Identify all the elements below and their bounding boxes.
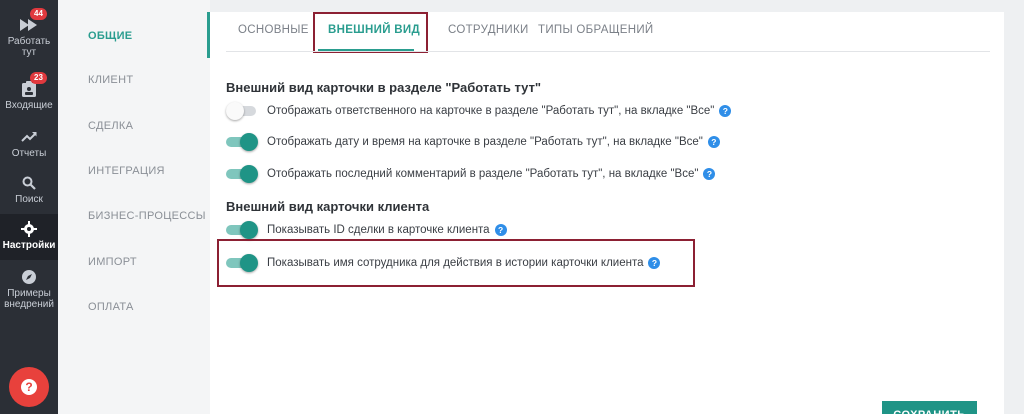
section-payment[interactable]: ОПЛАТА	[88, 301, 134, 313]
section-deal[interactable]: СДЕЛКА	[88, 120, 133, 132]
option-label: Показывать имя сотрудника для действия в…	[267, 257, 644, 269]
option-row: Отображать дату и время на карточке в ра…	[226, 133, 720, 151]
help-tooltip-icon[interactable]: ?	[703, 168, 716, 180]
nav-item-label: Входящие	[5, 100, 53, 111]
trending-up-icon	[18, 128, 40, 146]
tab-request-types[interactable]: ТИПЫ ОБРАЩЕНИЙ	[538, 24, 653, 36]
section-business-processes[interactable]: БИЗНЕС-ПРОЦЕССЫ	[88, 210, 206, 222]
search-icon	[18, 174, 40, 192]
section-integration[interactable]: ИНТЕГРАЦИЯ	[88, 165, 165, 177]
nav-item-label: Работать тут	[7, 36, 51, 58]
nav-item-reports[interactable]: Отчеты	[0, 128, 58, 159]
nav-item-examples[interactable]: Примеры внедрений	[0, 268, 58, 310]
option-row: Отображать последний комментарий в разде…	[226, 165, 716, 183]
settings-tabs: ОСНОВНЫЕ ВНЕШНИЙ ВИД СОТРУДНИКИ ТИПЫ ОБР…	[210, 12, 1004, 53]
nav-item-label: Отчеты	[11, 148, 47, 159]
option-row: Отображать ответственного на карточке в …	[226, 102, 732, 120]
section-general[interactable]: ОБЩИЕ	[88, 30, 132, 42]
toggle-show-responsible[interactable]	[226, 102, 258, 120]
option-label: Отображать ответственного на карточке в …	[267, 105, 715, 117]
save-button[interactable]: СОХРАНИТЬ	[882, 401, 977, 414]
section-import[interactable]: ИМПОРТ	[88, 256, 137, 268]
compass-icon	[18, 268, 40, 286]
tab-highlight-frame	[313, 12, 428, 53]
help-tooltip-icon[interactable]: ?	[719, 105, 732, 117]
help-icon: ?	[21, 379, 37, 395]
tab-main[interactable]: ОСНОВНЫЕ	[238, 24, 309, 36]
inbox-badge: 23	[30, 72, 47, 84]
nav-item-settings[interactable]: Настройки	[0, 214, 58, 260]
option-label: Отображать дату и время на карточке в ра…	[267, 136, 703, 148]
option-row: Показывать имя сотрудника для действия в…	[226, 254, 661, 272]
help-tooltip-icon[interactable]: ?	[494, 224, 507, 236]
nav-item-label: Поиск	[15, 194, 43, 205]
help-button[interactable]: ?	[9, 367, 49, 407]
group-title-work-here-card: Внешний вид карточки в разделе "Работать…	[226, 80, 542, 95]
main-sidebar: 44 Работать тут 23 Входящие Отчеты Поиск…	[0, 0, 58, 414]
tab-employees[interactable]: СОТРУДНИКИ	[448, 24, 529, 36]
section-client[interactable]: КЛИЕНТ	[88, 74, 133, 86]
toggle-show-last-comment[interactable]	[226, 165, 258, 183]
option-label: Показывать ID сделки в карточке клиента	[267, 224, 490, 236]
toggle-show-datetime[interactable]	[226, 133, 258, 151]
fast-forward-icon: 44	[18, 8, 47, 34]
toggle-show-deal-id[interactable]	[226, 221, 258, 239]
nav-item-label: Примеры внедрений	[4, 288, 54, 310]
settings-content: ОСНОВНЫЕ ВНЕШНИЙ ВИД СОТРУДНИКИ ТИПЫ ОБР…	[210, 12, 1004, 414]
nav-item-inbox[interactable]: 23 Входящие	[0, 72, 58, 111]
settings-section-menu: ОБЩИЕ КЛИЕНТ СДЕЛКА ИНТЕГРАЦИЯ БИЗНЕС-ПР…	[58, 0, 210, 414]
option-row: Показывать ID сделки в карточке клиента …	[226, 221, 507, 239]
nav-item-search[interactable]: Поиск	[0, 174, 58, 205]
option-label: Отображать последний комментарий в разде…	[267, 168, 699, 180]
nav-item-label: Настройки	[2, 240, 56, 251]
clipboard-icon: 23	[18, 72, 47, 98]
work-here-badge: 44	[30, 8, 47, 20]
help-tooltip-icon[interactable]: ?	[648, 257, 661, 269]
nav-item-work-here[interactable]: 44 Работать тут	[0, 8, 58, 58]
tabs-divider	[226, 51, 990, 52]
svg-text:?: ?	[25, 380, 32, 394]
toggle-show-employee-name[interactable]	[226, 254, 258, 272]
gear-icon	[18, 220, 40, 238]
help-tooltip-icon[interactable]: ?	[707, 136, 720, 148]
group-title-client-card: Внешний вид карточки клиента	[226, 199, 430, 214]
